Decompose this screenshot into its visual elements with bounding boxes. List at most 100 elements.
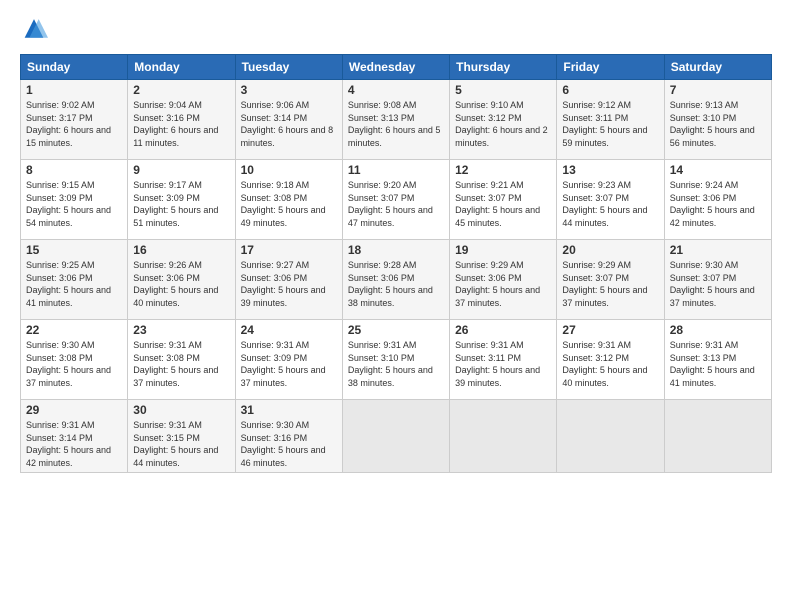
day-number: 21 [670,243,766,257]
day-info: Sunrise: 9:30 AM Sunset: 3:07 PM Dayligh… [670,259,766,309]
day-info: Sunrise: 9:04 AM Sunset: 3:16 PM Dayligh… [133,99,229,149]
day-info: Sunrise: 9:18 AM Sunset: 3:08 PM Dayligh… [241,179,337,229]
day-number: 25 [348,323,444,337]
day-info: Sunrise: 9:17 AM Sunset: 3:09 PM Dayligh… [133,179,229,229]
day-number: 5 [455,83,551,97]
day-info: Sunrise: 9:25 AM Sunset: 3:06 PM Dayligh… [26,259,122,309]
calendar-cell: 29 Sunrise: 9:31 AM Sunset: 3:14 PM Dayl… [21,400,128,473]
day-info: Sunrise: 9:31 AM Sunset: 3:11 PM Dayligh… [455,339,551,389]
day-number: 9 [133,163,229,177]
day-info: Sunrise: 9:13 AM Sunset: 3:10 PM Dayligh… [670,99,766,149]
day-info: Sunrise: 9:31 AM Sunset: 3:13 PM Dayligh… [670,339,766,389]
day-number: 16 [133,243,229,257]
day-info: Sunrise: 9:06 AM Sunset: 3:14 PM Dayligh… [241,99,337,149]
calendar-cell: 5 Sunrise: 9:10 AM Sunset: 3:12 PM Dayli… [450,80,557,160]
day-number: 17 [241,243,337,257]
logo-icon [20,16,48,44]
calendar-cell: 11 Sunrise: 9:20 AM Sunset: 3:07 PM Dayl… [342,160,449,240]
day-info: Sunrise: 9:29 AM Sunset: 3:07 PM Dayligh… [562,259,658,309]
calendar-cell [342,400,449,473]
col-header-tuesday: Tuesday [235,55,342,80]
day-number: 8 [26,163,122,177]
day-info: Sunrise: 9:23 AM Sunset: 3:07 PM Dayligh… [562,179,658,229]
calendar-cell: 8 Sunrise: 9:15 AM Sunset: 3:09 PM Dayli… [21,160,128,240]
calendar-cell: 10 Sunrise: 9:18 AM Sunset: 3:08 PM Dayl… [235,160,342,240]
calendar-cell: 9 Sunrise: 9:17 AM Sunset: 3:09 PM Dayli… [128,160,235,240]
day-info: Sunrise: 9:30 AM Sunset: 3:08 PM Dayligh… [26,339,122,389]
day-number: 11 [348,163,444,177]
day-info: Sunrise: 9:31 AM Sunset: 3:14 PM Dayligh… [26,419,122,469]
day-number: 22 [26,323,122,337]
day-info: Sunrise: 9:27 AM Sunset: 3:06 PM Dayligh… [241,259,337,309]
day-info: Sunrise: 9:08 AM Sunset: 3:13 PM Dayligh… [348,99,444,149]
day-info: Sunrise: 9:12 AM Sunset: 3:11 PM Dayligh… [562,99,658,149]
day-number: 30 [133,403,229,417]
calendar-cell: 13 Sunrise: 9:23 AM Sunset: 3:07 PM Dayl… [557,160,664,240]
calendar-cell: 7 Sunrise: 9:13 AM Sunset: 3:10 PM Dayli… [664,80,771,160]
day-number: 13 [562,163,658,177]
calendar-cell: 26 Sunrise: 9:31 AM Sunset: 3:11 PM Dayl… [450,320,557,400]
day-number: 19 [455,243,551,257]
calendar-cell: 18 Sunrise: 9:28 AM Sunset: 3:06 PM Dayl… [342,240,449,320]
day-info: Sunrise: 9:31 AM Sunset: 3:15 PM Dayligh… [133,419,229,469]
day-info: Sunrise: 9:31 AM Sunset: 3:09 PM Dayligh… [241,339,337,389]
day-number: 1 [26,83,122,97]
day-number: 3 [241,83,337,97]
calendar-cell: 14 Sunrise: 9:24 AM Sunset: 3:06 PM Dayl… [664,160,771,240]
col-header-thursday: Thursday [450,55,557,80]
day-number: 4 [348,83,444,97]
day-info: Sunrise: 9:15 AM Sunset: 3:09 PM Dayligh… [26,179,122,229]
day-info: Sunrise: 9:24 AM Sunset: 3:06 PM Dayligh… [670,179,766,229]
calendar-cell: 27 Sunrise: 9:31 AM Sunset: 3:12 PM Dayl… [557,320,664,400]
day-number: 27 [562,323,658,337]
day-info: Sunrise: 9:29 AM Sunset: 3:06 PM Dayligh… [455,259,551,309]
col-header-wednesday: Wednesday [342,55,449,80]
calendar-cell: 17 Sunrise: 9:27 AM Sunset: 3:06 PM Dayl… [235,240,342,320]
calendar-cell: 2 Sunrise: 9:04 AM Sunset: 3:16 PM Dayli… [128,80,235,160]
day-number: 29 [26,403,122,417]
col-header-monday: Monday [128,55,235,80]
col-header-saturday: Saturday [664,55,771,80]
calendar-cell [664,400,771,473]
calendar-cell: 25 Sunrise: 9:31 AM Sunset: 3:10 PM Dayl… [342,320,449,400]
calendar-cell [450,400,557,473]
calendar-cell: 15 Sunrise: 9:25 AM Sunset: 3:06 PM Dayl… [21,240,128,320]
logo [20,16,52,44]
calendar-cell: 23 Sunrise: 9:31 AM Sunset: 3:08 PM Dayl… [128,320,235,400]
col-header-friday: Friday [557,55,664,80]
day-number: 6 [562,83,658,97]
day-number: 23 [133,323,229,337]
day-info: Sunrise: 9:30 AM Sunset: 3:16 PM Dayligh… [241,419,337,469]
calendar-cell: 21 Sunrise: 9:30 AM Sunset: 3:07 PM Dayl… [664,240,771,320]
day-info: Sunrise: 9:21 AM Sunset: 3:07 PM Dayligh… [455,179,551,229]
day-info: Sunrise: 9:10 AM Sunset: 3:12 PM Dayligh… [455,99,551,149]
day-number: 24 [241,323,337,337]
calendar-cell: 19 Sunrise: 9:29 AM Sunset: 3:06 PM Dayl… [450,240,557,320]
day-number: 12 [455,163,551,177]
calendar-cell: 28 Sunrise: 9:31 AM Sunset: 3:13 PM Dayl… [664,320,771,400]
day-info: Sunrise: 9:31 AM Sunset: 3:12 PM Dayligh… [562,339,658,389]
calendar-cell: 4 Sunrise: 9:08 AM Sunset: 3:13 PM Dayli… [342,80,449,160]
col-header-sunday: Sunday [21,55,128,80]
day-info: Sunrise: 9:20 AM Sunset: 3:07 PM Dayligh… [348,179,444,229]
calendar-cell: 22 Sunrise: 9:30 AM Sunset: 3:08 PM Dayl… [21,320,128,400]
calendar-table: SundayMondayTuesdayWednesdayThursdayFrid… [20,54,772,473]
day-info: Sunrise: 9:02 AM Sunset: 3:17 PM Dayligh… [26,99,122,149]
day-info: Sunrise: 9:26 AM Sunset: 3:06 PM Dayligh… [133,259,229,309]
day-number: 14 [670,163,766,177]
calendar-cell: 6 Sunrise: 9:12 AM Sunset: 3:11 PM Dayli… [557,80,664,160]
day-info: Sunrise: 9:28 AM Sunset: 3:06 PM Dayligh… [348,259,444,309]
day-info: Sunrise: 9:31 AM Sunset: 3:08 PM Dayligh… [133,339,229,389]
calendar-cell: 30 Sunrise: 9:31 AM Sunset: 3:15 PM Dayl… [128,400,235,473]
calendar-cell: 1 Sunrise: 9:02 AM Sunset: 3:17 PM Dayli… [21,80,128,160]
day-info: Sunrise: 9:31 AM Sunset: 3:10 PM Dayligh… [348,339,444,389]
day-number: 18 [348,243,444,257]
calendar-cell: 24 Sunrise: 9:31 AM Sunset: 3:09 PM Dayl… [235,320,342,400]
day-number: 15 [26,243,122,257]
calendar-cell: 16 Sunrise: 9:26 AM Sunset: 3:06 PM Dayl… [128,240,235,320]
day-number: 20 [562,243,658,257]
day-number: 10 [241,163,337,177]
calendar-cell: 12 Sunrise: 9:21 AM Sunset: 3:07 PM Dayl… [450,160,557,240]
day-number: 7 [670,83,766,97]
day-number: 26 [455,323,551,337]
